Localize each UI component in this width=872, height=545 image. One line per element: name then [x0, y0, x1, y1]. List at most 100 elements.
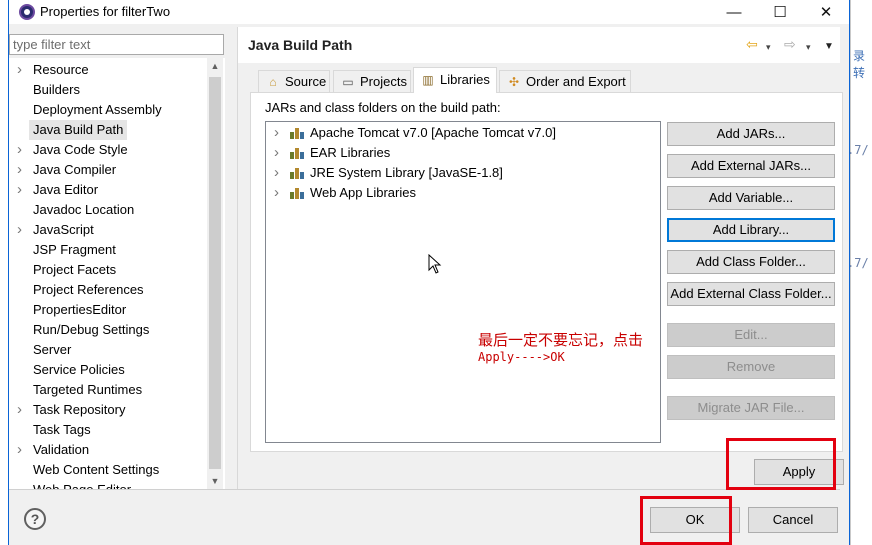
- background-text: .7/: [847, 143, 869, 157]
- sidebar-item-label: Java Compiler: [33, 162, 117, 177]
- sidebar-item-label: Project References: [33, 282, 144, 297]
- sidebar-item-label: Java Build Path: [29, 120, 128, 140]
- tab-projects[interactable]: ▭ Projects: [333, 70, 411, 93]
- sidebar-item-label: Service Policies: [33, 362, 125, 377]
- chevron-right-icon[interactable]: ›: [274, 143, 279, 163]
- chevron-right-icon[interactable]: ›: [17, 400, 27, 420]
- maximize-button[interactable]: ☐: [757, 0, 803, 24]
- add-external-class-folder-button[interactable]: Add External Class Folder...: [667, 282, 835, 306]
- project-icon: ▭: [342, 75, 354, 89]
- annotation-line: Apply---->OK: [478, 350, 565, 364]
- eclipse-icon: [19, 4, 35, 20]
- ok-highlight-box: [640, 496, 732, 545]
- sidebar-item-label: Web Content Settings: [33, 462, 160, 477]
- migrate-jar-button[interactable]: Migrate JAR File...: [667, 396, 835, 420]
- tab-label: Source: [285, 74, 327, 89]
- sidebar-item-label: Java Code Style: [33, 142, 128, 157]
- remove-button[interactable]: Remove: [667, 355, 835, 379]
- tab-label: Projects: [360, 74, 407, 89]
- sidebar-item-label: Task Repository: [33, 402, 126, 417]
- sidebar-item[interactable]: Targeted Runtimes: [9, 380, 215, 400]
- library-entry-label: Apache Tomcat v7.0 [Apache Tomcat v7.0]: [310, 125, 556, 140]
- sidebar-item[interactable]: Project Facets: [9, 260, 215, 280]
- tree-scrollbar[interactable]: ▲ ▼: [207, 58, 223, 490]
- chevron-right-icon[interactable]: ›: [17, 60, 27, 80]
- sidebar-item-label: Targeted Runtimes: [33, 382, 143, 397]
- sidebar-item[interactable]: Deployment Assembly: [9, 100, 215, 120]
- property-tree: › Resource Builders Deployment Assembly Java…: [9, 58, 225, 490]
- tab-source[interactable]: ⌂ Source: [258, 70, 330, 93]
- edit-button[interactable]: Edit...: [667, 323, 835, 347]
- sidebar-item-label: Builders: [33, 82, 80, 97]
- sidebar-item[interactable]: Project References: [9, 280, 215, 300]
- sidebar-item[interactable]: Server: [9, 340, 215, 360]
- sidebar-item[interactable]: Builders: [9, 80, 215, 100]
- minimize-button[interactable]: —: [711, 0, 757, 24]
- sidebar-item-label: Validation: [33, 442, 90, 457]
- sidebar-item[interactable]: › Java Editor: [9, 180, 215, 200]
- add-variable-button[interactable]: Add Variable...: [667, 186, 835, 210]
- add-class-folder-button[interactable]: Add Class Folder...: [667, 250, 835, 274]
- chevron-right-icon[interactable]: ›: [274, 163, 279, 183]
- chevron-right-icon[interactable]: ›: [17, 180, 27, 200]
- title-bar[interactable]: Properties for filterTwo — ☐ ✕: [9, 0, 849, 24]
- tab-label: Order and Export: [526, 74, 626, 89]
- sidebar-item[interactable]: › JavaScript: [9, 220, 215, 240]
- add-jars-button[interactable]: Add JARs...: [667, 122, 835, 146]
- sidebar-item[interactable]: Task Tags: [9, 420, 215, 440]
- sidebar-item-label: Deployment Assembly: [33, 102, 162, 117]
- chevron-right-icon[interactable]: ›: [274, 123, 279, 143]
- sidebar-item[interactable]: Javadoc Location: [9, 200, 215, 220]
- background-editor: 录转 .7/ .7/: [847, 0, 872, 545]
- footer-separator: [9, 489, 840, 490]
- sidebar-item-label: Server: [33, 342, 72, 357]
- add-library-button[interactable]: Add Library...: [667, 218, 835, 242]
- view-menu-icon[interactable]: ▼: [824, 38, 834, 56]
- library-jar-icon: [290, 148, 304, 159]
- forward-arrow-icon[interactable]: ⇨: [784, 35, 796, 53]
- sidebar-item[interactable]: › Java Compiler: [9, 160, 215, 180]
- sidebar-item[interactable]: › Task Repository: [9, 400, 215, 420]
- sash-divider[interactable]: [237, 27, 238, 489]
- chevron-down-icon[interactable]: ▾: [806, 38, 811, 56]
- chevron-right-icon[interactable]: ›: [274, 183, 279, 203]
- window-title: Properties for filterTwo: [40, 4, 171, 19]
- scroll-up-icon[interactable]: ▲: [207, 58, 223, 75]
- close-button[interactable]: ✕: [803, 0, 849, 24]
- sidebar-item[interactable]: › Resource: [9, 60, 215, 80]
- add-external-jars-button[interactable]: Add External JARs...: [667, 154, 835, 178]
- sidebar-item[interactable]: › Validation: [9, 440, 215, 460]
- sidebar-item[interactable]: Run/Debug Settings: [9, 320, 215, 340]
- help-icon[interactable]: ?: [24, 508, 46, 530]
- scroll-down-icon[interactable]: ▼: [207, 473, 223, 490]
- sidebar-item-label: Java Editor: [33, 182, 99, 197]
- chevron-right-icon[interactable]: ›: [17, 220, 27, 240]
- filter-input[interactable]: [9, 34, 224, 55]
- chevron-right-icon[interactable]: ›: [17, 140, 27, 160]
- sidebar-item-label: JSP Fragment: [33, 242, 116, 257]
- chevron-right-icon[interactable]: ›: [17, 160, 27, 180]
- back-arrow-icon[interactable]: ⇦: [746, 35, 758, 53]
- tab-libraries[interactable]: ▥ Libraries: [413, 67, 497, 93]
- page-title: Java Build Path: [248, 37, 353, 53]
- library-jar-icon: [290, 168, 304, 179]
- cancel-button[interactable]: Cancel: [748, 507, 838, 533]
- chevron-down-icon[interactable]: ▾: [766, 38, 771, 56]
- chevron-right-icon[interactable]: ›: [17, 440, 27, 460]
- library-entry-label: Web App Libraries: [310, 185, 416, 200]
- library-entry-label: JRE System Library [JavaSE-1.8]: [310, 165, 503, 180]
- order-export-icon: ✣: [508, 75, 520, 89]
- sidebar-item[interactable]: JSP Fragment: [9, 240, 215, 260]
- sidebar-item[interactable]: Java Build Path: [9, 120, 215, 140]
- sidebar-item[interactable]: Service Policies: [9, 360, 215, 380]
- scroll-thumb[interactable]: [209, 77, 221, 469]
- sidebar-item[interactable]: Web Content Settings: [9, 460, 215, 480]
- libraries-heading: JARs and class folders on the build path…: [265, 100, 501, 115]
- sidebar-item-label: Project Facets: [33, 262, 117, 277]
- library-icon: ▥: [422, 73, 434, 87]
- library-jar-icon: [290, 188, 304, 199]
- tab-order-and-export[interactable]: ✣ Order and Export: [499, 70, 631, 93]
- libraries-tree: › Apache Tomcat v7.0 [Apache Tomcat v7.0]…: [265, 121, 661, 443]
- sidebar-item[interactable]: PropertiesEditor: [9, 300, 215, 320]
- sidebar-item[interactable]: › Java Code Style: [9, 140, 215, 160]
